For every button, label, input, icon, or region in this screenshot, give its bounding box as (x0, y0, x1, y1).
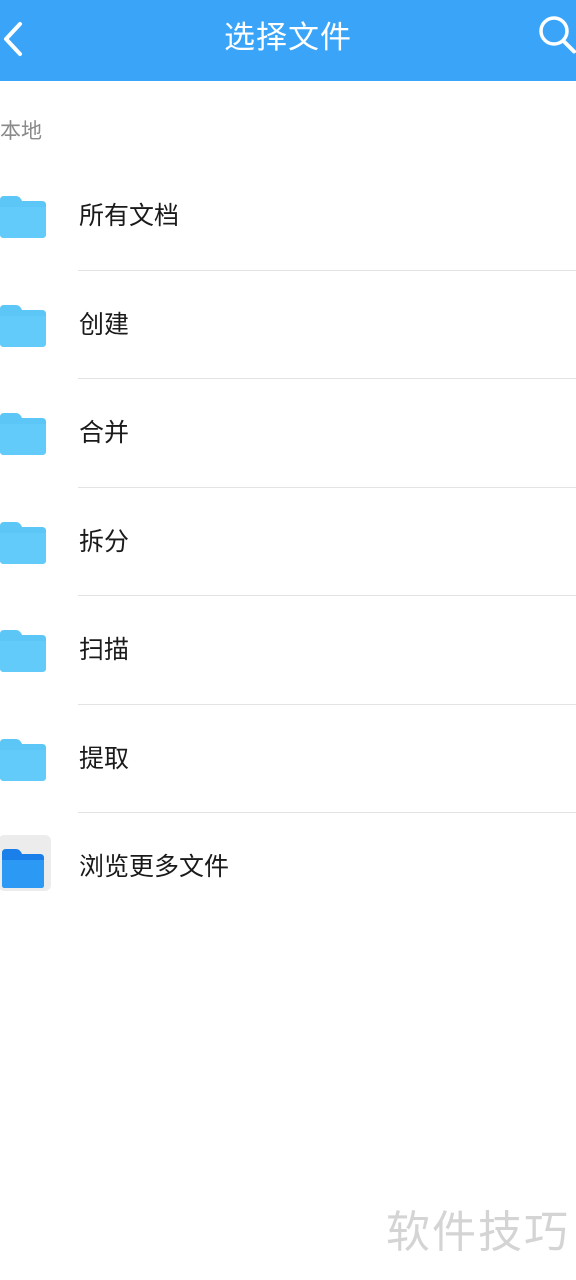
list-item-label: 拆分 (79, 526, 130, 556)
list-item-merge[interactable]: 合并 (0, 379, 576, 488)
list-item-split[interactable]: 拆分 (0, 488, 576, 596)
list-item-label: 扫描 (79, 635, 130, 664)
app-bar: 选择文件 (0, 0, 576, 81)
list-item-scan[interactable]: 扫描 (0, 596, 576, 705)
folder-icon (0, 413, 46, 455)
list-item-label: 合并 (79, 418, 130, 447)
section-label-local: 本地 (0, 119, 42, 143)
page-title: 选择文件 (224, 20, 352, 56)
search-icon (539, 16, 576, 54)
list-item-create[interactable]: 创建 (0, 271, 576, 379)
list-item-extract[interactable]: 提取 (0, 705, 576, 813)
folder-list: 所有文档 创建 合并 拆分 扫描 提取 浏览更多文件 (0, 162, 576, 922)
folder-icon (0, 738, 46, 781)
list-item-browse-more[interactable]: 浏览更多文件 (0, 813, 576, 922)
folder-icon (0, 630, 46, 672)
folder-icon (0, 521, 46, 564)
list-item-label: 创建 (79, 309, 130, 339)
list-item-label: 所有文档 (79, 201, 180, 230)
search-button[interactable] (536, 14, 576, 54)
list-item-label: 浏览更多文件 (79, 852, 230, 881)
folder-icon (0, 196, 46, 238)
watermark-text: 软件技巧 (386, 1207, 570, 1258)
files-app-folder-icon (2, 849, 44, 888)
list-item-label: 提取 (79, 743, 130, 773)
list-item-all-documents[interactable]: 所有文档 (0, 162, 576, 271)
file-picker-screen: 选择文件 本地 所有文档 创建 合并 拆分 扫描 提取 浏览更多文件 软件技巧 (0, 0, 576, 1280)
folder-icon (0, 304, 46, 347)
